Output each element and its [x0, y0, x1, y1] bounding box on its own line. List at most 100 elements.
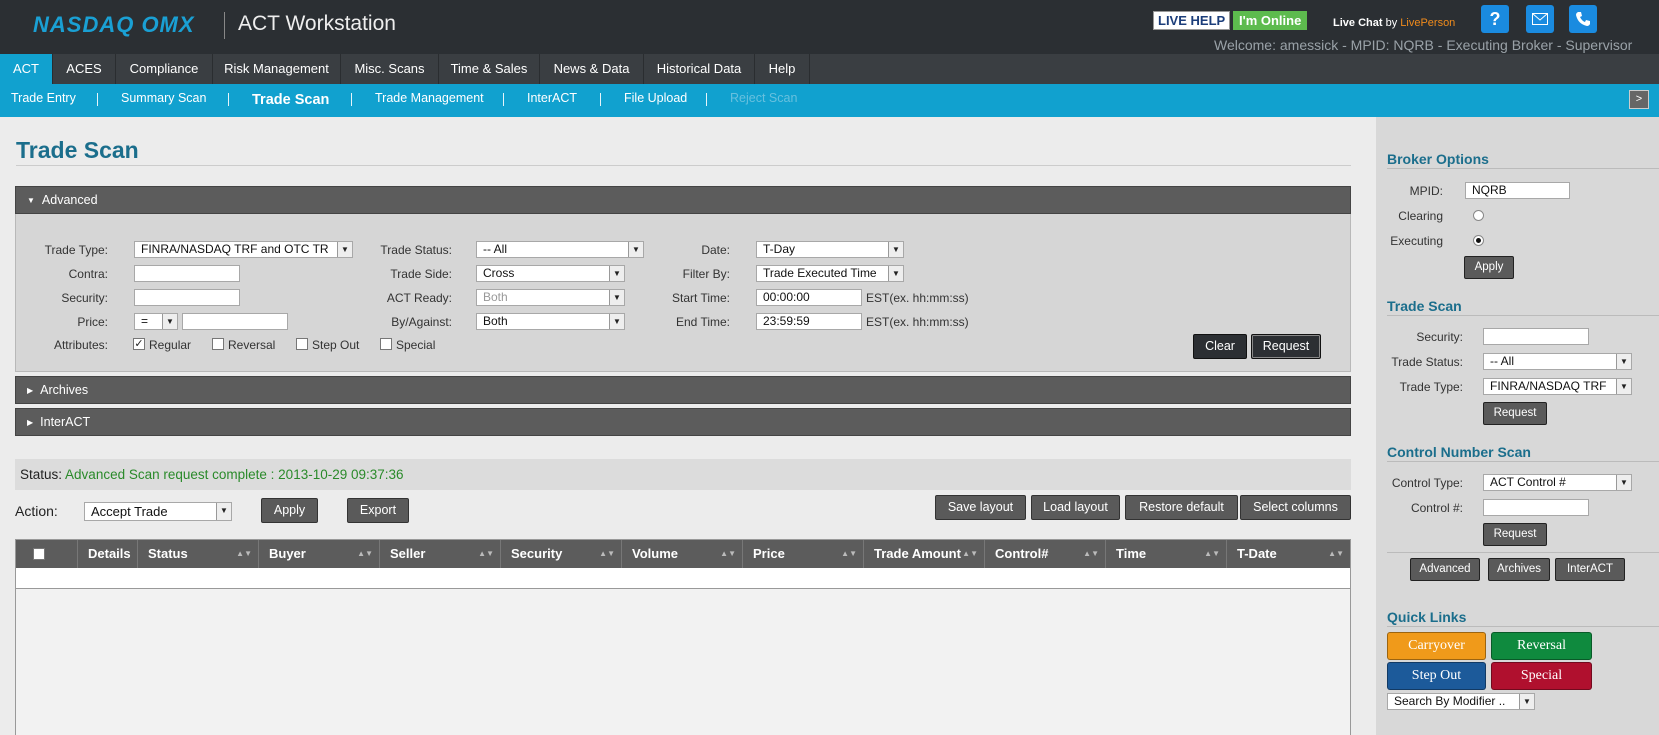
table-row	[16, 568, 1350, 589]
special-checkbox[interactable]	[380, 338, 392, 350]
start-time-input[interactable]: 00:00:00	[756, 289, 862, 306]
chevron-down-icon: ▼	[162, 314, 177, 329]
side-security-input[interactable]	[1483, 328, 1589, 345]
archives-panel-header[interactable]: ▶ Archives	[15, 376, 1351, 404]
start-time-hint: EST(ex. hh:mm:ss)	[866, 291, 969, 305]
filter-by-value: Trade Executed Time	[763, 266, 877, 280]
side-interact-button[interactable]: InterACT	[1555, 558, 1625, 581]
online-status-button[interactable]: I'm Online	[1233, 11, 1308, 30]
by-text: by	[1385, 17, 1398, 29]
by-against-select[interactable]: Both ▼	[476, 313, 625, 330]
col-details[interactable]: Details	[78, 540, 138, 568]
date-label: Date:	[701, 243, 730, 257]
start-time-label: Start Time:	[671, 291, 730, 305]
nav-aces[interactable]: ACES	[53, 54, 116, 84]
nav-risk-management[interactable]: Risk Management	[213, 54, 341, 84]
price-input[interactable]	[182, 313, 288, 330]
side-request-button[interactable]: Request	[1483, 402, 1547, 425]
side-trade-status-select[interactable]: -- All ▼	[1483, 353, 1632, 370]
chevron-down-icon: ▼	[216, 503, 231, 520]
side-security-label: Security:	[1416, 330, 1463, 344]
col-trade-amount[interactable]: Trade Amount ▲▼	[864, 540, 985, 568]
nav-time-sales[interactable]: Time & Sales	[439, 54, 540, 84]
reversal-checkbox[interactable]	[212, 338, 224, 350]
regular-checkbox[interactable]: ✓	[133, 338, 145, 350]
email-icon[interactable]	[1526, 5, 1554, 33]
control-type-select[interactable]: ACT Control # ▼	[1483, 474, 1632, 491]
export-button[interactable]: Export	[347, 498, 409, 523]
col-volume-label: Volume	[632, 546, 678, 561]
filter-by-label: Filter By:	[682, 267, 730, 281]
subnav-summary-scan[interactable]: Summary Scan	[121, 84, 206, 113]
control-no-input[interactable]	[1483, 499, 1589, 516]
col-status[interactable]: Status ▲▼	[138, 540, 259, 568]
col-volume[interactable]: Volume ▲▼	[622, 540, 743, 568]
sort-icon: ▲▼	[236, 549, 252, 558]
subnav-trade-scan[interactable]: Trade Scan	[252, 86, 329, 115]
request-button[interactable]: Request	[1251, 334, 1321, 359]
subnav-trade-entry[interactable]: Trade Entry	[11, 84, 76, 113]
trade-side-value: Cross	[483, 266, 515, 280]
select-all-checkbox[interactable]	[33, 548, 45, 560]
save-layout-button[interactable]: Save layout	[935, 495, 1026, 520]
side-trade-type-select[interactable]: FINRA/NASDAQ TRF ▼	[1483, 378, 1632, 395]
trade-type-select[interactable]: FINRA/NASDAQ TRF and OTC TR ▼	[134, 241, 353, 258]
carryover-quick-link[interactable]: Carryover	[1387, 632, 1486, 660]
restore-default-button[interactable]: Restore default	[1125, 495, 1238, 520]
clearing-radio[interactable]	[1473, 210, 1484, 221]
col-buyer[interactable]: Buyer ▲▼	[259, 540, 380, 568]
nav-help[interactable]: Help	[755, 54, 810, 84]
subnav-interact[interactable]: InterACT	[527, 84, 577, 113]
search-by-modifier-select[interactable]: Search By Modifier .. ▼	[1387, 693, 1535, 710]
action-select[interactable]: Accept Trade ▼	[84, 502, 232, 521]
col-control[interactable]: Control# ▲▼	[985, 540, 1106, 568]
col-price[interactable]: Price ▲▼	[743, 540, 864, 568]
by-against-label: By/Against:	[391, 315, 452, 329]
caret-right-icon: ▶	[27, 386, 34, 395]
special-quick-link[interactable]: Special	[1491, 662, 1592, 690]
search-by-modifier-value: Search By Modifier ..	[1394, 694, 1506, 708]
subnav-file-upload[interactable]: File Upload	[624, 84, 687, 113]
reversal-quick-link[interactable]: Reversal	[1491, 632, 1592, 660]
help-icon[interactable]: ?	[1481, 5, 1509, 33]
security-input[interactable]	[134, 289, 240, 306]
price-operator-select[interactable]: = ▼	[134, 313, 178, 330]
status-value: Advanced Scan request complete : 2013-10…	[65, 467, 404, 482]
interact-label: InterACT	[40, 415, 91, 429]
contra-input[interactable]	[134, 265, 240, 282]
sort-icon: ▲▼	[478, 549, 494, 558]
clear-button[interactable]: Clear	[1193, 334, 1247, 359]
interact-panel-header[interactable]: ▶ InterACT	[15, 408, 1351, 436]
executing-radio[interactable]	[1473, 235, 1484, 246]
nav-act[interactable]: ACT	[0, 54, 53, 84]
trade-side-select[interactable]: Cross ▼	[476, 265, 625, 282]
filter-by-select[interactable]: Trade Executed Time ▼	[756, 265, 904, 282]
nav-news-data[interactable]: News & Data	[540, 54, 644, 84]
live-help-button[interactable]: LIVE HELP	[1153, 11, 1231, 30]
col-t-date[interactable]: T-Date ▲▼	[1227, 540, 1350, 568]
end-time-input[interactable]: 23:59:59	[756, 313, 862, 330]
side-archives-button[interactable]: Archives	[1488, 558, 1550, 581]
apply-action-button[interactable]: Apply	[261, 498, 318, 523]
mpid-input[interactable]: NQRB	[1465, 182, 1570, 199]
control-request-button[interactable]: Request	[1483, 523, 1547, 546]
nav-historical-data[interactable]: Historical Data	[644, 54, 755, 84]
select-columns-button[interactable]: Select columns	[1240, 495, 1351, 520]
nav-misc-scans[interactable]: Misc. Scans	[341, 54, 439, 84]
nav-compliance[interactable]: Compliance	[116, 54, 213, 84]
broker-apply-button[interactable]: Apply	[1464, 256, 1514, 279]
subnav-trade-management[interactable]: Trade Management	[375, 84, 484, 113]
side-advanced-button[interactable]: Advanced	[1410, 558, 1480, 581]
collapse-sidebar-button[interactable]: >	[1629, 90, 1649, 109]
col-time[interactable]: Time ▲▼	[1106, 540, 1227, 568]
phone-icon[interactable]	[1569, 5, 1597, 33]
step-out-quick-link[interactable]: Step Out	[1387, 662, 1486, 690]
col-security[interactable]: Security ▲▼	[501, 540, 622, 568]
step-out-checkbox[interactable]	[296, 338, 308, 350]
col-seller[interactable]: Seller ▲▼	[380, 540, 501, 568]
col-buyer-label: Buyer	[269, 546, 306, 561]
load-layout-button[interactable]: Load layout	[1031, 495, 1120, 520]
date-select[interactable]: T-Day ▼	[756, 241, 904, 258]
advanced-panel-header[interactable]: ▼ Advanced	[15, 186, 1351, 214]
trade-status-select[interactable]: -- All ▼	[476, 241, 644, 258]
